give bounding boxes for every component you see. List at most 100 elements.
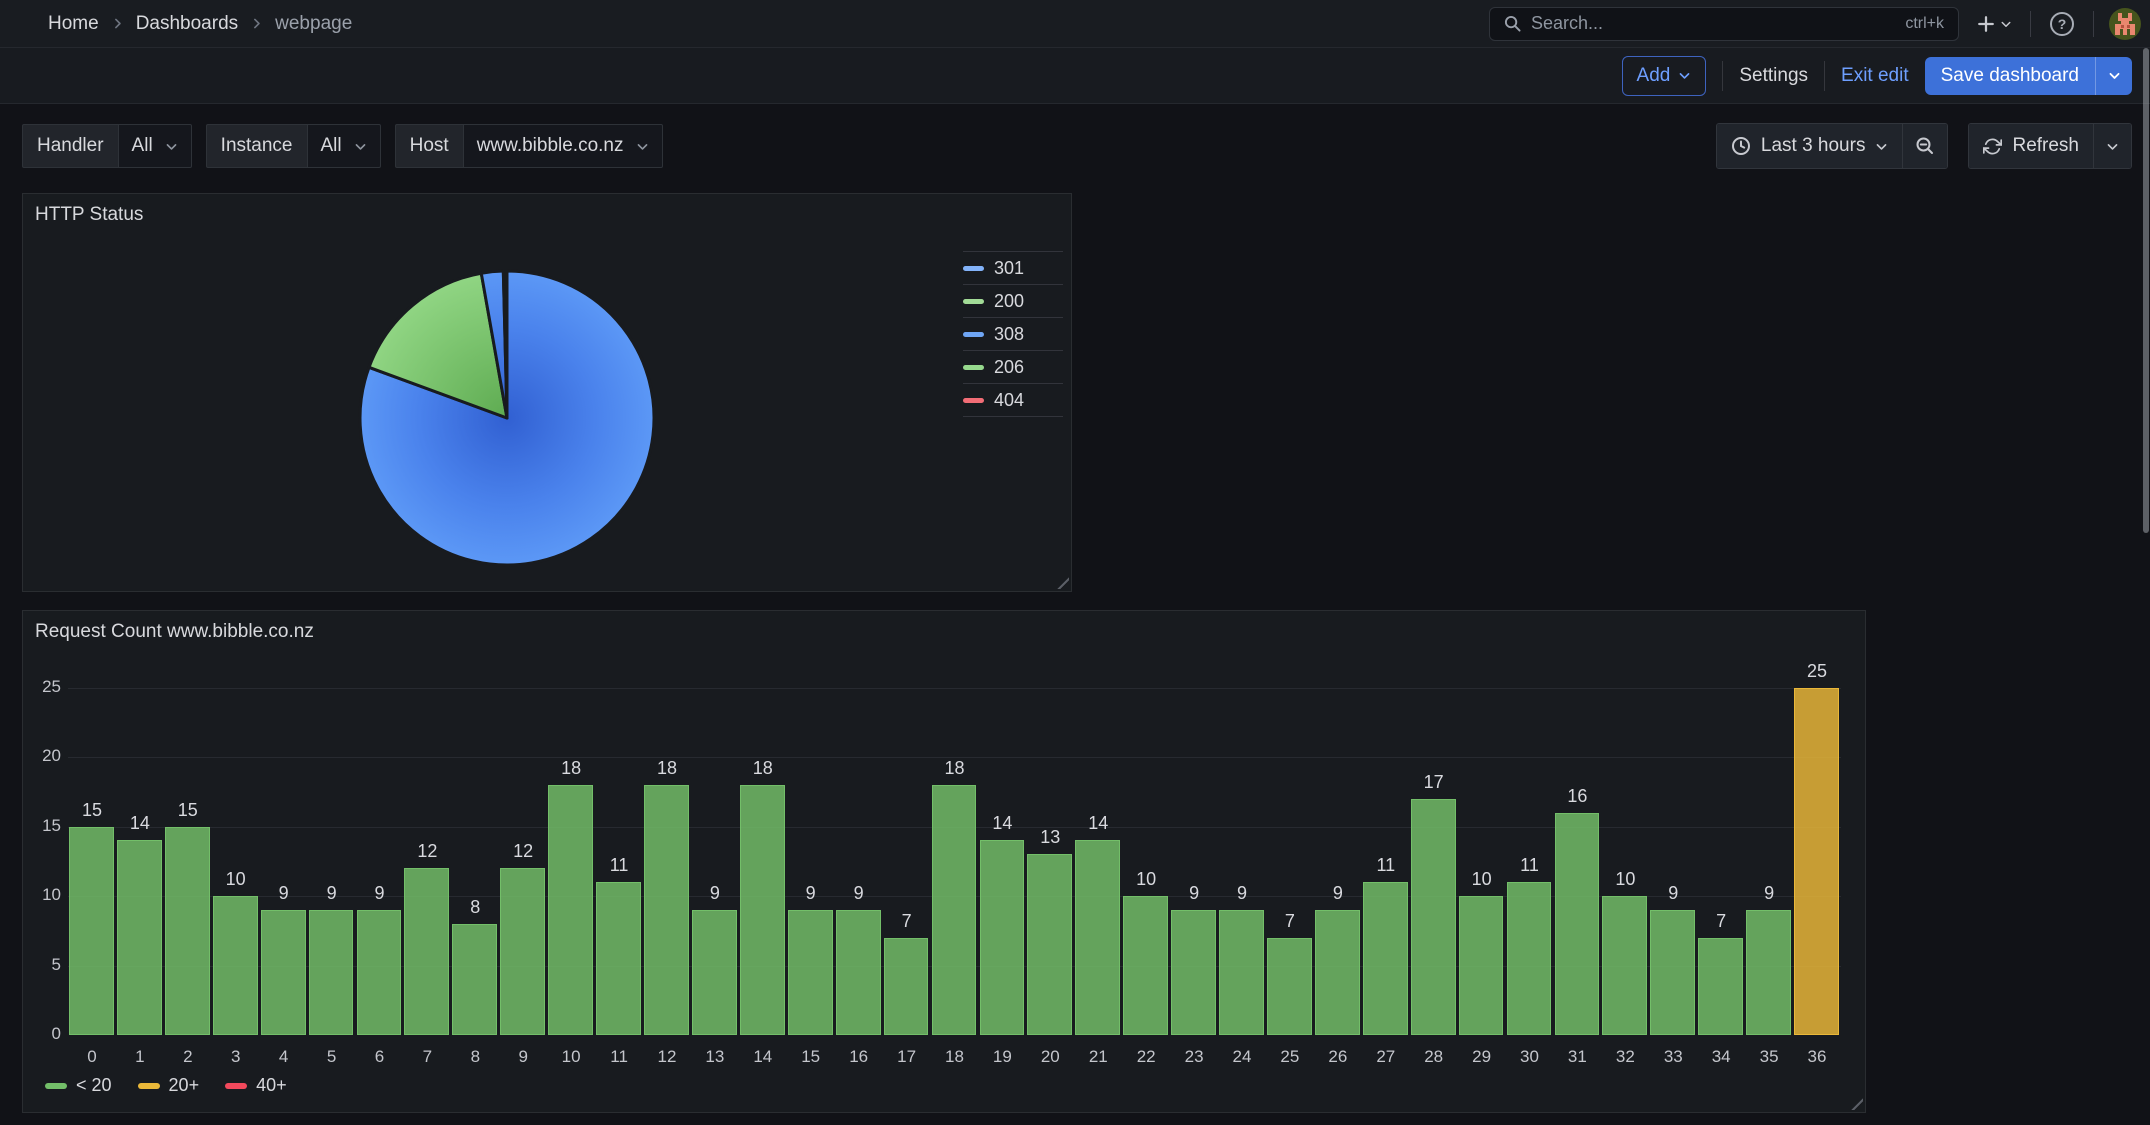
pie-chart — [347, 258, 667, 578]
edit-toolbar: Add Settings Exit edit Save dashboard — [0, 48, 2150, 104]
bar-25 — [1267, 938, 1312, 1035]
bar-3 — [213, 896, 258, 1035]
variable-value-dropdown[interactable]: www.bibble.co.nz — [463, 124, 663, 168]
bar-value-label: 7 — [1260, 911, 1320, 932]
exit-edit-button[interactable]: Exit edit — [1841, 65, 1909, 87]
pie-legend: 301 200 308 206 404 — [963, 251, 1063, 417]
bar-1 — [117, 840, 162, 1035]
bar-15 — [788, 910, 833, 1035]
grafana-app: Home Dashboards webpage Search... ctrl+k — [0, 0, 2150, 1125]
bar-value-label: 12 — [397, 841, 457, 862]
refresh-interval-caret[interactable] — [2093, 124, 2131, 168]
legend-swatch — [963, 398, 984, 403]
nav-right-cluster: Search... ctrl+k ? — [1489, 7, 2142, 41]
y-axis-tick: 0 — [23, 1024, 61, 1044]
divider — [1824, 61, 1825, 91]
chevron-down-icon — [2108, 69, 2121, 82]
legend-item-40+[interactable]: 40+ — [225, 1075, 287, 1096]
breadcrumb-dashboards[interactable]: Dashboards — [136, 13, 238, 35]
bar-11 — [596, 882, 641, 1035]
legend-label: 20+ — [169, 1075, 200, 1096]
legend-item-200[interactable]: 200 — [963, 284, 1063, 317]
bar-value-label: 18 — [637, 758, 697, 779]
dashboard-canvas: HandlerAllInstanceAllHostwww.bibble.co.n… — [0, 104, 2150, 1125]
legend-label: < 20 — [76, 1075, 112, 1096]
bar-value-label: 9 — [1643, 883, 1703, 904]
legend-item-308[interactable]: 308 — [963, 317, 1063, 350]
bar-16 — [836, 910, 881, 1035]
legend-swatch — [138, 1083, 160, 1089]
bar-24 — [1219, 910, 1264, 1035]
bar-value-label: 15 — [158, 800, 218, 821]
variable-host: Hostwww.bibble.co.nz — [395, 124, 663, 168]
bar-0 — [69, 827, 114, 1036]
bar-7 — [404, 868, 449, 1035]
breadcrumb: Home Dashboards webpage — [48, 13, 352, 35]
chevron-down-icon — [165, 140, 178, 153]
bar-value-label: 11 — [1500, 855, 1560, 876]
vertical-scrollbar[interactable] — [2143, 48, 2149, 533]
time-range-group: Last 3 hours — [1716, 123, 1949, 169]
bar-value-label: 9 — [1739, 883, 1799, 904]
bar-value-label: 9 — [1308, 883, 1368, 904]
help-button[interactable]: ? — [2045, 7, 2079, 41]
breadcrumb-current: webpage — [275, 13, 352, 35]
svg-text:?: ? — [2058, 16, 2067, 32]
chevron-down-icon — [1875, 140, 1888, 153]
save-dashboard-group: Save dashboard — [1925, 57, 2132, 95]
y-axis-tick: 20 — [23, 746, 61, 766]
zoom-out-icon — [1915, 136, 1935, 156]
legend-swatch — [45, 1083, 67, 1089]
search-shortcut: ctrl+k — [1905, 15, 1944, 33]
zoom-out-button[interactable] — [1902, 124, 1947, 168]
y-axis-tick: 15 — [23, 816, 61, 836]
legend-label: 40+ — [256, 1075, 287, 1096]
refresh-label: Refresh — [2012, 135, 2079, 157]
variable-value-dropdown[interactable]: All — [118, 124, 192, 168]
search-icon — [1504, 15, 1521, 32]
time-range-label: Last 3 hours — [1761, 135, 1866, 157]
legend-item-<20[interactable]: < 20 — [45, 1075, 112, 1096]
time-range-picker[interactable]: Last 3 hours — [1717, 124, 1903, 168]
save-dashboard-caret[interactable] — [2095, 57, 2132, 95]
add-panel-button[interactable]: Add — [1622, 56, 1707, 96]
user-avatar[interactable] — [2108, 7, 2142, 41]
bar-36 — [1794, 688, 1839, 1036]
bar-value-label: 9 — [350, 883, 410, 904]
add-new-button[interactable] — [1973, 11, 2016, 37]
legend-label: 404 — [994, 390, 1024, 411]
breadcrumb-home[interactable]: Home — [48, 13, 99, 35]
y-axis-tick: 5 — [23, 955, 61, 975]
bar-value-label: 8 — [445, 897, 505, 918]
variable-instance: InstanceAll — [206, 124, 381, 168]
legend-item-404[interactable]: 404 — [963, 383, 1063, 417]
refresh-button[interactable]: Refresh — [1969, 124, 2093, 168]
bar-6 — [357, 910, 402, 1035]
legend-item-20+[interactable]: 20+ — [138, 1075, 200, 1096]
bar-value-label: 17 — [1404, 772, 1464, 793]
variable-value-dropdown[interactable]: All — [307, 124, 381, 168]
chevron-down-icon — [636, 140, 649, 153]
chevron-down-icon — [1678, 69, 1691, 82]
variable-label: Handler — [22, 124, 118, 168]
bar-19 — [980, 840, 1025, 1035]
refresh-group: Refresh — [1968, 123, 2132, 169]
search-input[interactable]: Search... ctrl+k — [1489, 7, 1959, 41]
bar-34 — [1698, 938, 1743, 1035]
bar-18 — [932, 785, 977, 1035]
refresh-icon — [1983, 137, 2002, 156]
bar-value-label: 12 — [493, 841, 553, 862]
legend-item-301[interactable]: 301 — [963, 251, 1063, 284]
legend-label: 308 — [994, 324, 1024, 345]
save-dashboard-button[interactable]: Save dashboard — [1925, 57, 2095, 95]
legend-label: 301 — [994, 258, 1024, 279]
settings-button[interactable]: Settings — [1739, 65, 1808, 87]
legend-label: 200 — [994, 291, 1024, 312]
panel-resize-handle[interactable] — [1054, 574, 1069, 589]
legend-item-206[interactable]: 206 — [963, 350, 1063, 383]
chevron-right-icon — [250, 17, 263, 30]
bar-21 — [1075, 840, 1120, 1035]
chevron-down-icon — [354, 140, 367, 153]
bar-value-label: 11 — [589, 855, 649, 876]
chevron-down-icon — [2106, 140, 2119, 153]
